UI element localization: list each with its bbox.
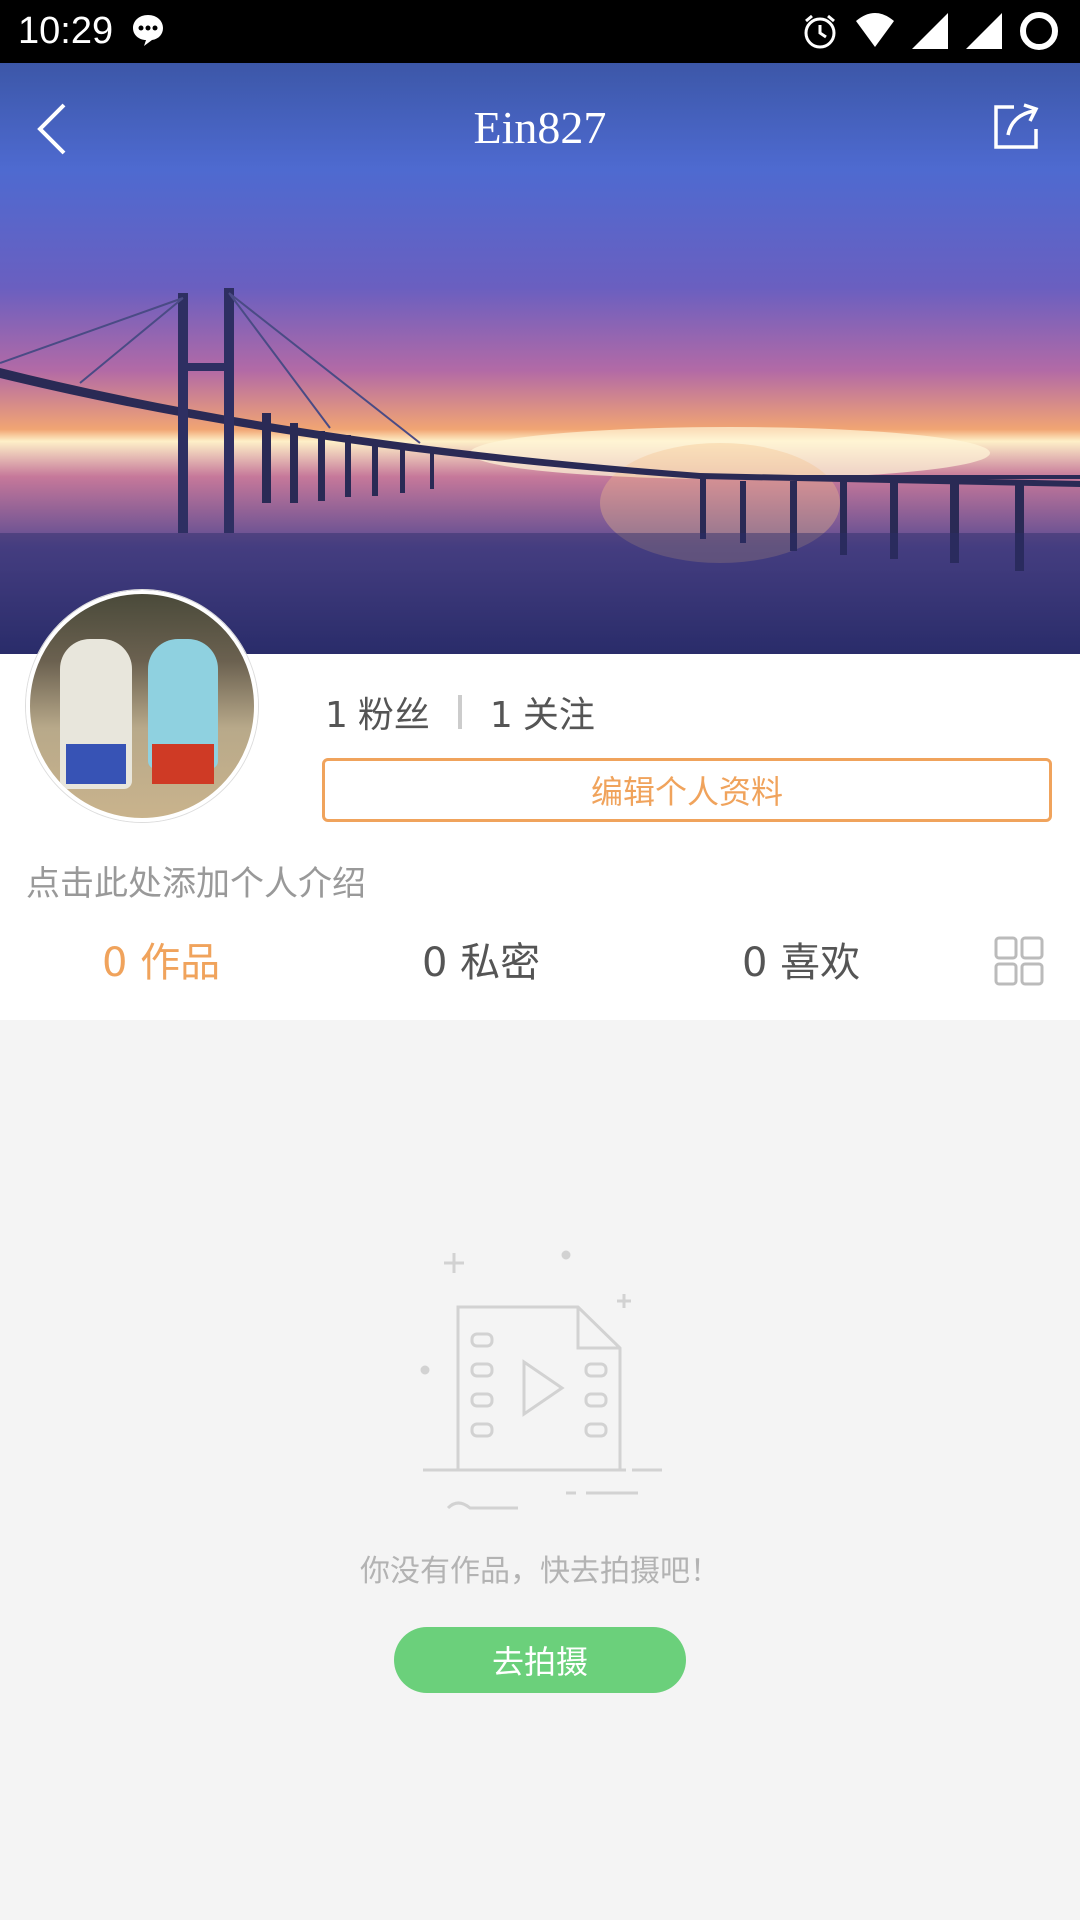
tab-label: 喜欢	[780, 940, 861, 986]
tab-works[interactable]: 0 作品	[102, 930, 220, 988]
share-icon	[994, 103, 1039, 149]
tab-label: 作品	[140, 940, 221, 986]
go-shoot-button[interactable]: 去拍摄	[394, 1627, 686, 1693]
tab-count: 0	[422, 940, 448, 986]
followers-label: 粉丝	[357, 695, 430, 736]
message-icon	[130, 12, 166, 52]
followers-count: 1	[325, 695, 348, 736]
grid-view-button[interactable]	[994, 936, 1044, 990]
cover-image[interactable]: Ein827	[0, 63, 1080, 654]
signal-icon	[964, 11, 1004, 55]
followers-link[interactable]: 1 粉丝	[325, 686, 430, 738]
page-title: Ein827	[473, 102, 607, 153]
tab-private[interactable]: 0 私密	[422, 930, 540, 988]
following-link[interactable]: 1 关注	[490, 686, 595, 738]
tab-count: 0	[742, 940, 768, 986]
wifi-icon	[854, 11, 896, 55]
content-tabs: 0 作品 0 私密 0 喜欢	[0, 930, 1080, 990]
battery-icon	[1018, 10, 1060, 56]
alarm-icon	[800, 11, 840, 55]
empty-message: 你没有作品，快去拍摄吧！	[360, 1554, 720, 1589]
edit-profile-button[interactable]: 编辑个人资料	[322, 758, 1052, 822]
following-label: 关注	[522, 695, 595, 736]
following-count: 1	[489, 695, 513, 736]
share-button[interactable]	[990, 101, 1042, 157]
signal-icon	[910, 11, 950, 55]
tab-likes[interactable]: 0 喜欢	[742, 930, 860, 988]
divider	[457, 695, 462, 729]
avatar[interactable]	[26, 590, 258, 822]
grid-icon	[994, 936, 1044, 986]
bio-placeholder[interactable]: 点击此处添加个人介绍	[26, 856, 366, 905]
tab-label: 私密	[460, 940, 541, 986]
empty-video-icon	[418, 1250, 668, 1519]
status-bar: 10:29	[0, 0, 1080, 63]
tab-count: 0	[102, 940, 128, 986]
follow-stats: 1 粉丝 1 关注	[325, 686, 595, 738]
status-time: 10:29	[18, 10, 114, 52]
